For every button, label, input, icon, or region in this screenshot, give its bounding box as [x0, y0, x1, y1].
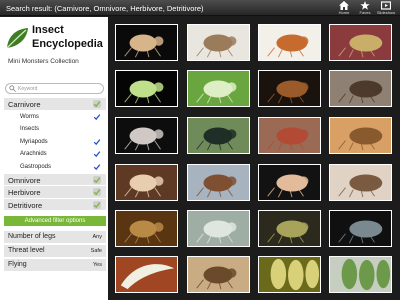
category-label: Detritivore [8, 200, 43, 210]
filter-flying[interactable]: Flying Yes [4, 259, 106, 271]
result-thumbnail-beetle[interactable] [329, 210, 392, 247]
category-list: Carnivore Worms Insects Myriapods Arachnids G… [4, 98, 106, 212]
home-icon [334, 1, 354, 10]
category-label: Worms [20, 113, 39, 120]
result-thumbnail-ladybird[interactable] [258, 117, 321, 154]
star-icon [355, 1, 375, 10]
result-thumbnail-caterpillar[interactable] [187, 70, 250, 107]
filter-label: Flying [8, 261, 27, 268]
filter-value: Yes [93, 262, 102, 268]
filter-number-of-legs[interactable]: Number of legs Any [4, 231, 106, 243]
category-row[interactable]: Omnivore [4, 173, 106, 187]
logo: Insect Encyclopedia Mini Monsters Collec… [4, 20, 108, 80]
checkmark-icon [93, 175, 101, 184]
filter-label: Threat level [8, 247, 45, 254]
home-label: Home [338, 10, 350, 15]
result-thumbnail-eggs[interactable] [258, 256, 321, 293]
result-thumbnail-mite[interactable] [258, 24, 321, 61]
faves-label: Faves [359, 10, 371, 15]
home-button[interactable]: Home [334, 1, 354, 15]
subcategory-row[interactable]: Myriapods [4, 136, 106, 149]
filter-threat-level[interactable]: Threat level Safe [4, 245, 106, 257]
category-label: Arachnids [20, 151, 47, 158]
checkmark-icon [93, 138, 101, 146]
result-thumbnail-wasp[interactable] [115, 24, 178, 61]
sidebar: Insect Encyclopedia Mini Monsters Collec… [0, 17, 108, 300]
result-thumbnail-mite[interactable] [258, 210, 321, 247]
search-result-title: Search result: (Carnivore, Omnivore, Her… [6, 4, 204, 13]
filter-value: Any [92, 234, 102, 240]
faves-button[interactable]: Faves [355, 1, 375, 15]
category-label: Carnivore [8, 100, 41, 109]
result-thumbnail-beetle[interactable] [187, 117, 250, 154]
filter-label: Number of legs [8, 233, 56, 240]
result-thumbnail-head[interactable] [187, 256, 250, 293]
subcategory-row[interactable]: Arachnids [4, 148, 106, 161]
search-icon [9, 85, 16, 92]
checkmark-icon [93, 113, 101, 121]
result-thumbnail-moth-larva[interactable] [329, 24, 392, 61]
result-thumbnail-scale[interactable] [187, 210, 250, 247]
logo-title-line1: Insect [32, 24, 64, 36]
result-thumbnail-weevil[interactable] [187, 24, 250, 61]
category-label: Gastropods [20, 163, 52, 170]
leaf-logo-icon [6, 28, 28, 49]
slideshow-icon [376, 1, 396, 10]
subcategory-row[interactable]: Gastropods [4, 161, 106, 174]
logo-title-line2: Encyclopedia [32, 38, 103, 50]
result-thumbnail-larva-head[interactable] [115, 210, 178, 247]
category-label: Insects [20, 126, 40, 133]
checkmark-icon [93, 163, 101, 171]
advanced-filter-button[interactable]: Advanced filter options [4, 216, 106, 226]
collection-name: Mini Monsters Collection [8, 58, 79, 65]
subcategory-row[interactable]: Worms [4, 111, 106, 124]
result-thumbnail-mollusc[interactable] [258, 70, 321, 107]
category-row[interactable]: Carnivore [4, 98, 106, 111]
category-label: Myriapods [20, 138, 48, 145]
result-thumbnail-snail[interactable] [329, 117, 392, 154]
result-thumbnail-aphid[interactable] [115, 70, 178, 107]
checkmark-icon [93, 200, 101, 209]
subcategory-row[interactable]: Insects [4, 123, 106, 136]
slideshow-label: Slideshow [376, 10, 396, 15]
checkmark-icon [93, 188, 101, 197]
result-thumbnail-fly[interactable] [329, 164, 392, 201]
search-placeholder: Keyword [18, 85, 38, 92]
checkmark-icon [93, 150, 101, 158]
result-thumbnail-louse[interactable] [329, 70, 392, 107]
top-bar: Search result: (Carnivore, Omnivore, Her… [0, 0, 400, 16]
category-label: Omnivore [8, 175, 41, 185]
result-thumbnail-pod[interactable] [329, 256, 392, 293]
filter-value: Safe [90, 248, 102, 254]
result-thumbnail-horn[interactable] [115, 256, 178, 293]
result-thumbnail-weevil[interactable] [115, 117, 178, 154]
result-thumbnail-fly[interactable] [258, 164, 321, 201]
result-thumbnail-fly[interactable] [115, 164, 178, 201]
search-input[interactable]: Keyword [5, 83, 104, 94]
result-thumbnail-bug[interactable] [187, 164, 250, 201]
category-label: Herbivore [8, 188, 41, 198]
checkmark-icon [93, 100, 101, 108]
category-row[interactable]: Herbivore [4, 186, 106, 199]
slideshow-button[interactable]: Slideshow [376, 1, 396, 15]
category-row[interactable]: Detritivore [4, 198, 106, 212]
